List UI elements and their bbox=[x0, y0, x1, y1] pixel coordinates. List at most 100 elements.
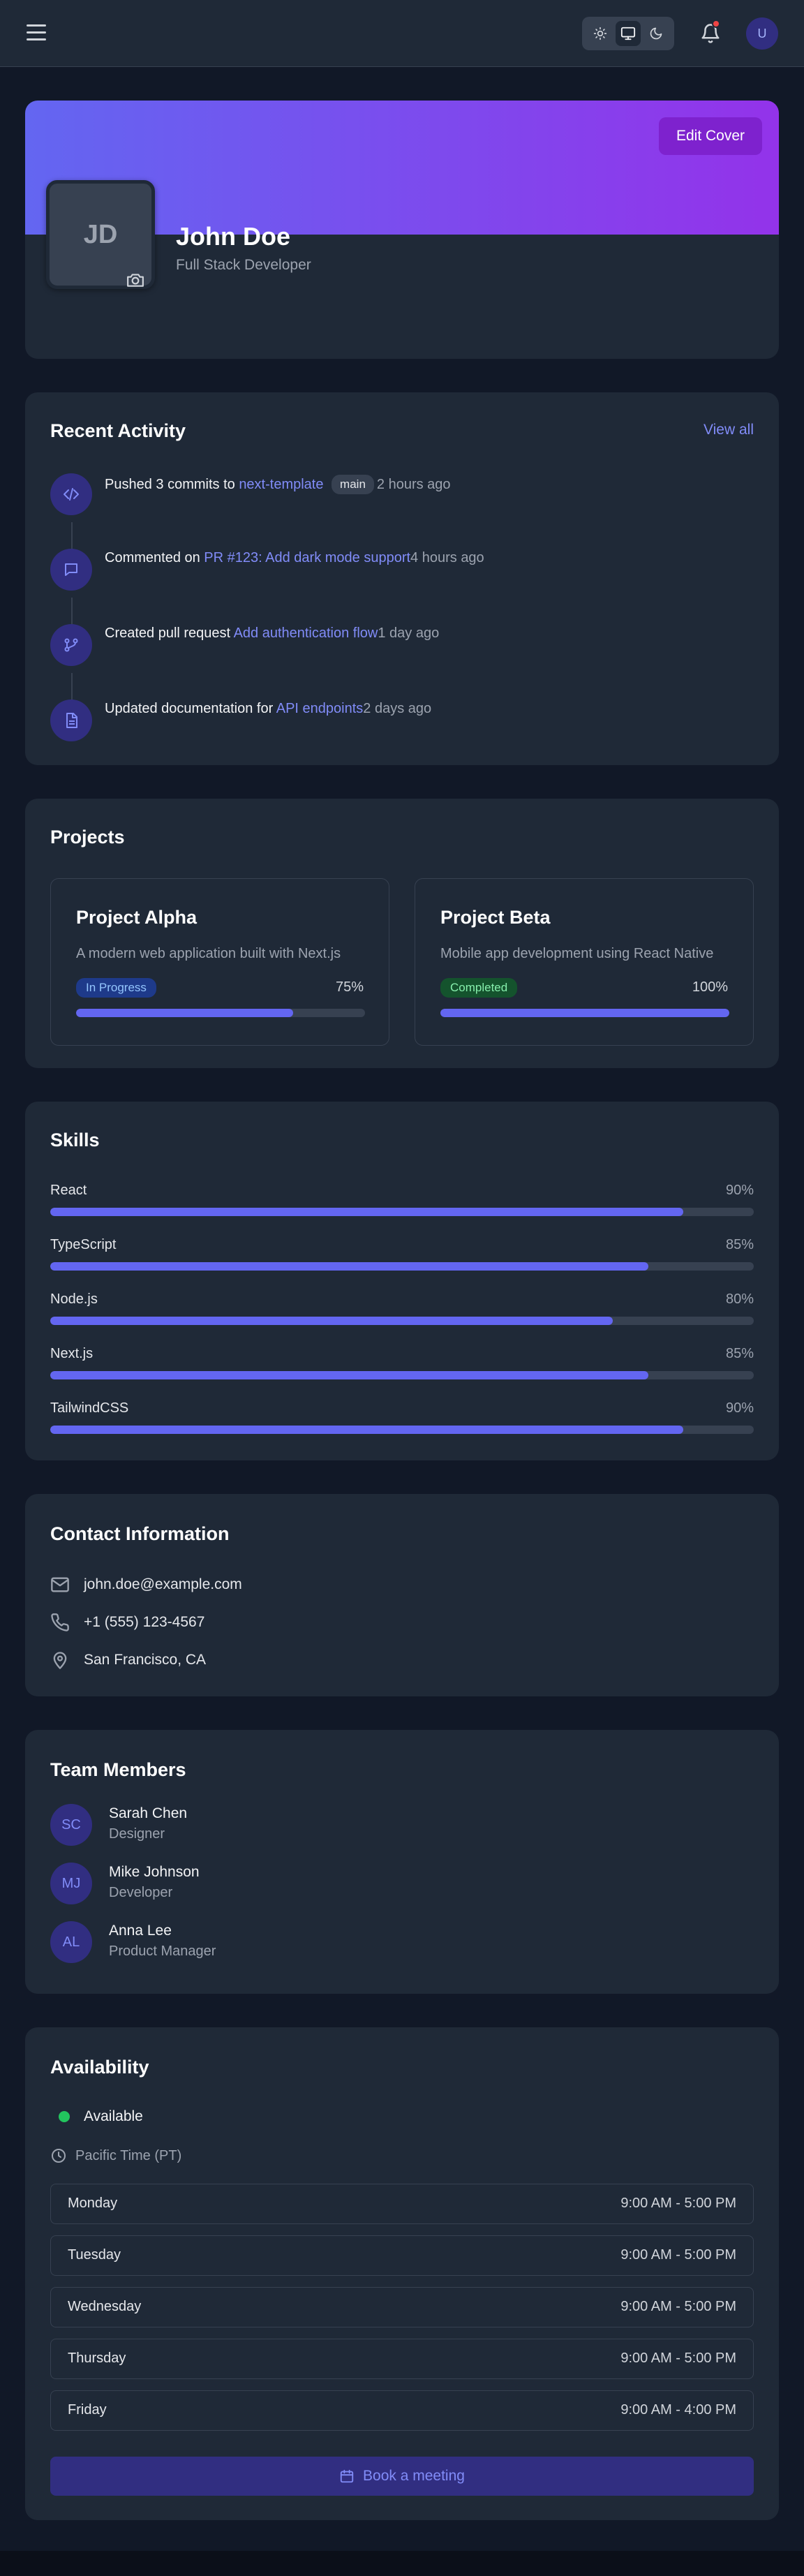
activity-item: Pushed 3 commits to next-template main 2 … bbox=[105, 475, 451, 494]
day-name: Friday bbox=[68, 2402, 107, 2418]
member-name: Mike Johnson bbox=[109, 1864, 200, 1880]
schedule-row: Wednesday 9:00 AM - 5:00 PM bbox=[50, 2287, 754, 2327]
day-name: Tuesday bbox=[68, 2247, 121, 2263]
member-name: Sarah Chen bbox=[109, 1805, 188, 1821]
section-title: Skills bbox=[50, 1130, 100, 1150]
project-description: A modern web application built with Next… bbox=[76, 946, 341, 961]
project-card[interactable]: Project Beta Mobile app development usin… bbox=[415, 878, 754, 1046]
skill-name: TypeScript bbox=[50, 1237, 117, 1252]
skills-card: Skills React 90% TypeScript 85% Node.js … bbox=[25, 1102, 779, 1460]
availability-card: Availability Available Pacific Time (PT)… bbox=[25, 2027, 779, 2520]
skill-percent: 80% bbox=[725, 1291, 754, 1307]
projects-card: Projects Project Alpha A modern web appl… bbox=[25, 799, 779, 1068]
member-role: Product Manager bbox=[109, 1944, 216, 1959]
calendar-icon bbox=[340, 2469, 354, 2483]
day-name: Wednesday bbox=[68, 2299, 142, 2314]
contact-card: Contact Information john.doe@example.com… bbox=[25, 1494, 779, 1696]
section-title: Availability bbox=[50, 2057, 149, 2078]
edit-cover-button[interactable]: Edit Cover bbox=[659, 117, 762, 155]
skill-fill bbox=[50, 1208, 684, 1216]
project-card[interactable]: Project Alpha A modern web application b… bbox=[50, 878, 389, 1046]
member-avatar: SC bbox=[50, 1804, 92, 1846]
skill-item: React 90% bbox=[50, 1183, 754, 1224]
top-navbar: U bbox=[0, 0, 804, 67]
member-role: Developer bbox=[109, 1885, 173, 1900]
project-progress-label: 100% bbox=[692, 979, 728, 995]
recent-activity-card: Recent Activity View all Pushed 3 commit… bbox=[25, 392, 779, 765]
status-badge: Completed bbox=[440, 978, 518, 998]
section-title: Recent Activity bbox=[50, 420, 186, 441]
skill-item: Node.js 80% bbox=[50, 1291, 754, 1333]
schedule-row: Monday 9:00 AM - 5:00 PM bbox=[50, 2184, 754, 2224]
book-meeting-button[interactable]: Book a meeting bbox=[50, 2457, 754, 2496]
git-pull-request-icon bbox=[50, 624, 92, 666]
project-description: Mobile app development using React Nativ… bbox=[440, 946, 714, 961]
member-role: Designer bbox=[109, 1826, 165, 1842]
monitor-icon[interactable] bbox=[616, 21, 641, 46]
phone-text[interactable]: +1 (555) 123-4567 bbox=[84, 1614, 204, 1631]
section-title: Projects bbox=[50, 827, 125, 847]
schedule-row: Friday 9:00 AM - 4:00 PM bbox=[50, 2390, 754, 2431]
status-dot bbox=[59, 2111, 70, 2122]
skill-percent: 85% bbox=[725, 1237, 754, 1252]
email-text[interactable]: john.doe@example.com bbox=[84, 1576, 242, 1593]
activity-link[interactable]: next-template bbox=[239, 477, 323, 492]
skill-name: Node.js bbox=[50, 1291, 98, 1307]
skill-bar bbox=[50, 1371, 754, 1379]
skill-bar bbox=[50, 1426, 754, 1434]
skill-name: React bbox=[50, 1183, 87, 1198]
project-progress-bar bbox=[76, 1009, 365, 1017]
activity-link[interactable]: API endpoints bbox=[276, 701, 364, 716]
user-avatar[interactable]: U bbox=[746, 17, 778, 50]
notification-bell-icon[interactable] bbox=[697, 20, 724, 47]
theme-toggle bbox=[582, 17, 674, 50]
member-avatar: AL bbox=[50, 1921, 92, 1963]
view-all-link[interactable]: View all bbox=[704, 422, 754, 438]
progress-fill bbox=[76, 1009, 293, 1017]
day-hours: 9:00 AM - 5:00 PM bbox=[620, 2351, 736, 2366]
timezone-text: Pacific Time (PT) bbox=[75, 2147, 182, 2163]
branch-badge: main bbox=[332, 475, 374, 494]
location-text: San Francisco, CA bbox=[84, 1652, 207, 1668]
project-name: Project Alpha bbox=[76, 907, 198, 928]
contact-email: john.doe@example.com bbox=[50, 1574, 242, 1596]
activity-text: Commented on bbox=[105, 550, 204, 565]
project-name: Project Beta bbox=[440, 907, 551, 928]
skill-name: TailwindCSS bbox=[50, 1400, 129, 1416]
document-icon bbox=[50, 699, 92, 741]
skill-percent: 90% bbox=[725, 1183, 754, 1198]
skill-item: Next.js 85% bbox=[50, 1346, 754, 1388]
activity-link[interactable]: Add authentication flow bbox=[234, 626, 378, 641]
day-hours: 9:00 AM - 5:00 PM bbox=[620, 2196, 736, 2211]
section-title: Contact Information bbox=[50, 1523, 230, 1544]
schedule-row: Tuesday 9:00 AM - 5:00 PM bbox=[50, 2235, 754, 2276]
skill-percent: 90% bbox=[725, 1400, 754, 1416]
notification-badge bbox=[712, 20, 720, 28]
availability-status: Available bbox=[50, 2108, 143, 2125]
contact-location: San Francisco, CA bbox=[50, 1649, 206, 1671]
skill-name: Next.js bbox=[50, 1346, 94, 1361]
skill-bar bbox=[50, 1317, 754, 1325]
book-meeting-label: Book a meeting bbox=[363, 2468, 465, 2484]
sun-icon[interactable] bbox=[588, 21, 613, 46]
project-progress-bar bbox=[440, 1009, 729, 1017]
mail-icon bbox=[51, 1577, 69, 1592]
day-hours: 9:00 AM - 5:00 PM bbox=[620, 2247, 736, 2263]
timezone: Pacific Time (PT) bbox=[50, 2147, 181, 2164]
activity-text: Pushed 3 commits to bbox=[105, 477, 239, 492]
team-members-card: Team Members SC Sarah Chen Designer MJ M… bbox=[25, 1730, 779, 1994]
activity-link[interactable]: PR #123: Add dark mode support bbox=[204, 550, 410, 565]
schedule-row: Thursday 9:00 AM - 5:00 PM bbox=[50, 2339, 754, 2379]
day-name: Monday bbox=[68, 2196, 118, 2211]
code-icon bbox=[50, 473, 92, 515]
camera-icon[interactable] bbox=[126, 265, 144, 287]
skill-item: TailwindCSS 90% bbox=[50, 1400, 754, 1442]
skill-bar bbox=[50, 1208, 754, 1216]
profile-avatar: JD bbox=[46, 180, 155, 289]
member-avatar: MJ bbox=[50, 1863, 92, 1904]
activity-time: 2 days ago bbox=[363, 701, 432, 716]
skill-percent: 85% bbox=[725, 1346, 754, 1361]
hamburger-menu-icon[interactable] bbox=[27, 21, 49, 43]
moon-icon[interactable] bbox=[643, 21, 669, 46]
day-hours: 9:00 AM - 5:00 PM bbox=[620, 2299, 736, 2314]
